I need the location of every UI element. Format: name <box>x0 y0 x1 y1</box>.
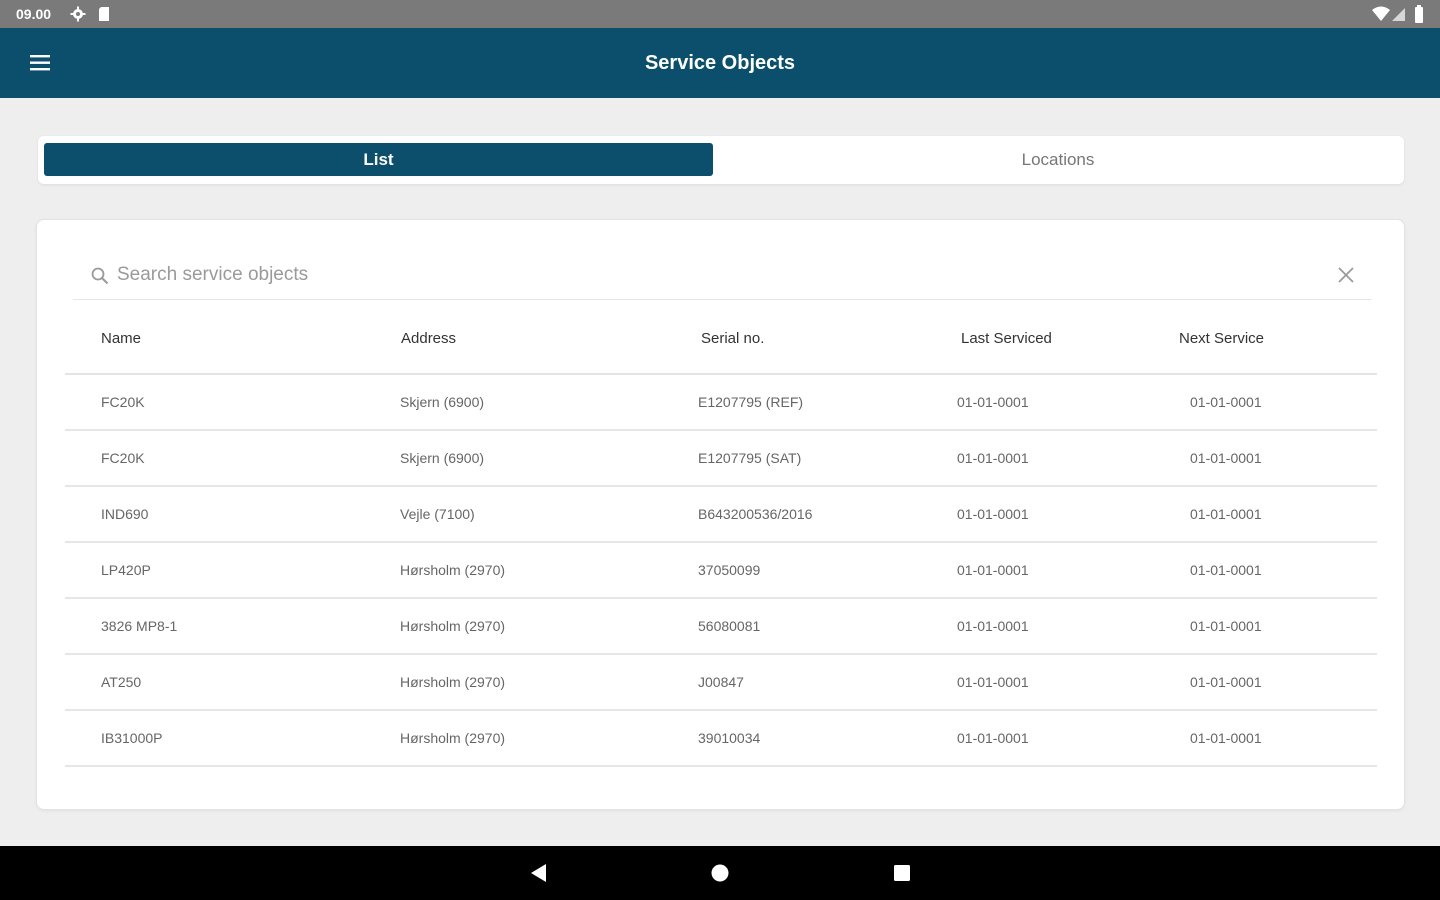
status-bar: 09.00 <box>0 0 1440 28</box>
search-bar <box>73 250 1371 300</box>
close-icon[interactable] <box>1335 264 1357 286</box>
table-body: FC20K Skjern (6900) E1207795 (REF) 01-01… <box>65 375 1377 767</box>
cell-address: Vejle (7100) <box>400 506 475 522</box>
home-icon[interactable] <box>710 863 730 883</box>
cell-address: Skjern (6900) <box>400 450 485 466</box>
recent-apps-icon[interactable] <box>893 864 911 882</box>
table-row[interactable]: AT250 Hørsholm (2970) J00847 01-01-0001 … <box>65 655 1377 711</box>
signal-icon <box>1392 8 1405 21</box>
cell-next-service: 01-01-0001 <box>1190 730 1262 746</box>
back-icon[interactable] <box>528 862 548 884</box>
cell-address: Hørsholm (2970) <box>400 618 506 634</box>
cell-name: FC20K <box>101 450 145 466</box>
search-input[interactable] <box>117 258 1267 292</box>
search-icon <box>91 267 109 285</box>
cell-name: LP420P <box>101 562 151 578</box>
app-bar: Service Objects <box>0 28 1440 98</box>
cell-name: 3826 MP8-1 <box>101 618 178 634</box>
status-time: 09.00 <box>16 6 52 22</box>
tab-list[interactable]: List <box>44 143 713 176</box>
wifi-icon <box>1372 6 1390 21</box>
column-header-address[interactable]: Address <box>401 330 456 347</box>
column-header-last-serviced[interactable]: Last Serviced <box>961 330 1052 347</box>
tab-locations[interactable]: Locations <box>718 143 1398 176</box>
cell-address: Hørsholm (2970) <box>400 730 506 746</box>
table-row[interactable]: IB31000P Hørsholm (2970) 39010034 01-01-… <box>65 711 1377 767</box>
cell-serial: E1207795 (REF) <box>698 394 804 410</box>
table-row[interactable]: IND690 Vejle (7100) B643200536/2016 01-0… <box>65 487 1377 543</box>
cell-last-serviced: 01-01-0001 <box>957 562 1029 578</box>
cell-last-serviced: 01-01-0001 <box>957 506 1029 522</box>
table-header: Name Address Serial no. Last Serviced Ne… <box>65 320 1377 375</box>
cell-next-service: 01-01-0001 <box>1190 450 1262 466</box>
cell-next-service: 01-01-0001 <box>1190 562 1262 578</box>
cell-name: IND690 <box>101 506 149 522</box>
battery-icon <box>1415 5 1423 23</box>
table-row[interactable]: LP420P Hørsholm (2970) 37050099 01-01-00… <box>65 543 1377 599</box>
cell-address: Skjern (6900) <box>400 394 485 410</box>
cell-last-serviced: 01-01-0001 <box>957 618 1029 634</box>
cell-last-serviced: 01-01-0001 <box>957 394 1029 410</box>
cell-next-service: 01-01-0001 <box>1190 394 1262 410</box>
cell-name: AT250 <box>101 674 142 690</box>
cell-last-serviced: 01-01-0001 <box>957 674 1029 690</box>
cell-address: Hørsholm (2970) <box>400 674 506 690</box>
column-header-name[interactable]: Name <box>101 330 141 347</box>
cell-last-serviced: 01-01-0001 <box>957 450 1029 466</box>
column-header-next-service[interactable]: Next Service <box>1179 330 1264 347</box>
cell-serial: J00847 <box>698 674 744 690</box>
cell-last-serviced: 01-01-0001 <box>957 730 1029 746</box>
page-title: Service Objects <box>644 52 796 74</box>
cell-serial: E1207795 (SAT) <box>698 450 802 466</box>
column-header-serial-no[interactable]: Serial no. <box>701 330 764 347</box>
cell-serial: 39010034 <box>698 730 761 746</box>
cell-next-service: 01-01-0001 <box>1190 506 1262 522</box>
view-tabs: List Locations <box>38 136 1404 184</box>
cell-name: FC20K <box>101 394 145 410</box>
navigation-bar <box>0 846 1440 900</box>
cell-serial: B643200536/2016 <box>698 506 813 522</box>
cell-address: Hørsholm (2970) <box>400 562 506 578</box>
cell-name: IB31000P <box>101 730 163 746</box>
cell-next-service: 01-01-0001 <box>1190 618 1262 634</box>
table-row[interactable]: FC20K Skjern (6900) E1207795 (SAT) 01-01… <box>65 431 1377 487</box>
service-objects-card: Name Address Serial no. Last Serviced Ne… <box>36 219 1405 810</box>
table-row[interactable]: 3826 MP8-1 Hørsholm (2970) 56080081 01-0… <box>65 599 1377 655</box>
cell-serial: 37050099 <box>698 562 761 578</box>
gear-icon <box>70 6 86 22</box>
sd-card-icon <box>99 7 109 21</box>
cell-next-service: 01-01-0001 <box>1190 674 1262 690</box>
table-row[interactable]: FC20K Skjern (6900) E1207795 (REF) 01-01… <box>65 375 1377 431</box>
cell-serial: 56080081 <box>698 618 761 634</box>
